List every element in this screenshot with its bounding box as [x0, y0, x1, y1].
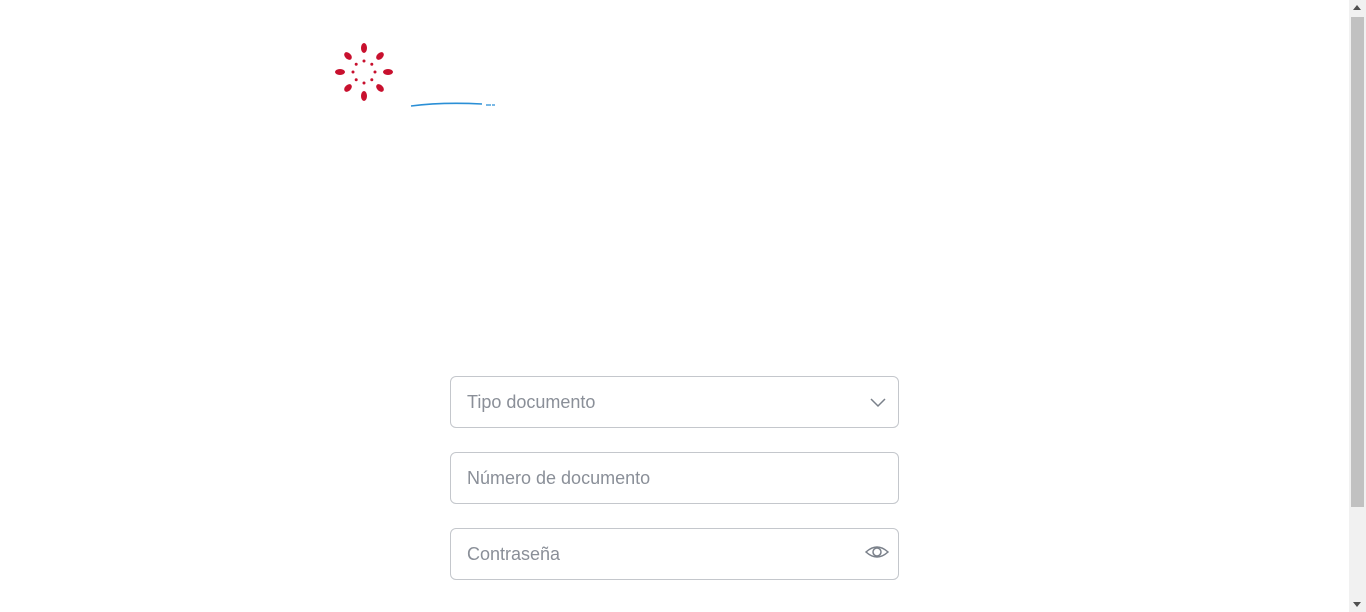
eye-icon[interactable]	[864, 543, 890, 561]
vertical-scrollbar[interactable]	[1349, 0, 1366, 612]
document-number-field[interactable]: Número de documento	[450, 452, 899, 504]
brand-logo	[335, 43, 495, 107]
password-field[interactable]: Contraseña	[450, 528, 899, 580]
chevron-down-icon	[870, 398, 886, 408]
scroll-thumb[interactable]	[1351, 17, 1364, 507]
document-type-select[interactable]: Tipo documento	[450, 376, 899, 428]
document-type-placeholder: Tipo documento	[467, 392, 596, 412]
password-placeholder: Contraseña	[467, 544, 561, 564]
logo-underline	[410, 102, 483, 107]
login-page: Tipo documento Número de documento Contr…	[0, 0, 1366, 612]
document-number-placeholder: Número de documento	[467, 468, 651, 488]
login-form: Tipo documento Número de documento Contr…	[450, 376, 899, 604]
scroll-down-icon[interactable]	[1353, 602, 1361, 607]
flower-burst-logo-icon	[335, 43, 393, 101]
scroll-up-icon[interactable]	[1353, 5, 1361, 10]
